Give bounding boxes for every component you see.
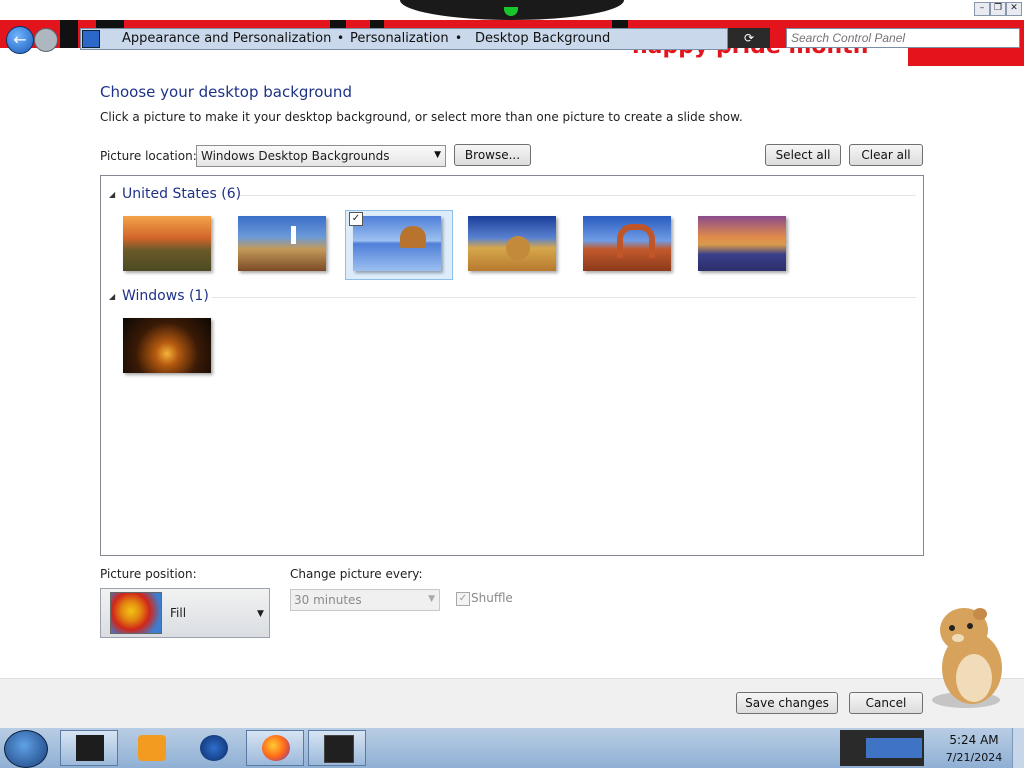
- change-interval-dropdown[interactable]: 30 minutes ▼: [290, 589, 440, 611]
- back-arrow-icon: ←: [13, 30, 27, 49]
- thumbnail-checkbox[interactable]: ✓: [349, 212, 363, 226]
- hamster-sticker-icon: [932, 608, 1002, 708]
- picture-location-label: Picture location:: [100, 149, 197, 163]
- thumbnail-lighthouse[interactable]: [238, 216, 326, 271]
- search-input[interactable]: [786, 28, 1020, 48]
- chevron-down-icon: ▼: [434, 150, 441, 160]
- picture-position-label: Picture position:: [100, 567, 197, 581]
- group-divider: [240, 195, 916, 196]
- group-title-united-states[interactable]: United States (6): [122, 186, 241, 202]
- page-instructions: Click a picture to make it your desktop …: [100, 110, 743, 124]
- thumbnail-windows-swirl[interactable]: [123, 318, 211, 373]
- thumbnail-rock-reflection[interactable]: [353, 216, 441, 271]
- change-interval-value: 30 minutes: [294, 593, 362, 607]
- firefox-icon: [262, 735, 290, 761]
- refresh-button[interactable]: ⟳: [728, 28, 770, 48]
- picture-position-value: Fill: [170, 606, 187, 620]
- page-title: Choose your desktop background: [100, 83, 352, 101]
- clock-time[interactable]: 5:24 AM: [940, 733, 1008, 747]
- maximize-button[interactable]: ❐: [990, 2, 1006, 16]
- collapse-triangle-icon[interactable]: ◢: [109, 292, 115, 301]
- breadcrumb-separator: •: [337, 31, 345, 45]
- tray-icons[interactable]: [866, 738, 922, 758]
- thumbnail-arch[interactable]: [583, 216, 671, 271]
- monitor-icon: [324, 735, 354, 763]
- fill-preview-icon: [110, 592, 162, 634]
- shuffle-label: Shuffle: [471, 591, 513, 605]
- group-title-windows[interactable]: Windows (1): [122, 288, 209, 304]
- globe-icon: [200, 735, 228, 761]
- select-all-button[interactable]: Select all: [765, 144, 841, 166]
- taskbar-browser-globe[interactable]: [184, 730, 242, 766]
- picture-location-dropdown[interactable]: Windows Desktop Backgrounds ▼: [196, 145, 446, 167]
- thumbnail-lake-sunset[interactable]: [698, 216, 786, 271]
- chevron-down-icon: ▼: [428, 594, 435, 604]
- taskbar-control-panel[interactable]: [308, 730, 366, 766]
- back-button[interactable]: ←: [6, 26, 34, 54]
- taskbar-firefox[interactable]: [246, 730, 304, 766]
- close-button[interactable]: ✕: [1006, 2, 1022, 16]
- save-changes-button[interactable]: Save changes: [736, 692, 838, 714]
- control-panel-icon: [82, 30, 100, 48]
- menu-strip: [0, 48, 612, 66]
- thumbnail-hay-bale[interactable]: [468, 216, 556, 271]
- taskbar-media-player[interactable]: [122, 730, 180, 766]
- clear-all-button[interactable]: Clear all: [849, 144, 923, 166]
- cancel-button[interactable]: Cancel: [849, 692, 923, 714]
- show-desktop-button[interactable]: [1012, 728, 1024, 768]
- breadcrumb-desktop-background[interactable]: Desktop Background: [475, 31, 610, 46]
- shuffle-checkbox[interactable]: ✓: [456, 592, 470, 606]
- picture-location-value: Windows Desktop Backgrounds: [201, 149, 390, 163]
- collapse-triangle-icon[interactable]: ◢: [109, 190, 115, 199]
- forward-button[interactable]: [34, 28, 58, 52]
- media-player-icon: [138, 735, 166, 761]
- chevron-down-icon: ▼: [257, 609, 264, 619]
- start-button[interactable]: [4, 730, 48, 768]
- thumbnail-sunset-field[interactable]: [123, 216, 211, 271]
- browse-button[interactable]: Browse...: [454, 144, 531, 166]
- taskbar-app-1[interactable]: [60, 730, 118, 766]
- breadcrumb-separator: •: [455, 31, 463, 45]
- banner: happy pride month: [612, 48, 908, 66]
- clock-date[interactable]: 7/21/2024: [940, 751, 1008, 764]
- change-picture-label: Change picture every:: [290, 567, 423, 581]
- breadcrumb-appearance[interactable]: Appearance and Personalization: [122, 31, 331, 46]
- breadcrumb-personalization[interactable]: Personalization: [350, 31, 449, 46]
- dark-app-icon: [76, 735, 104, 761]
- minimize-button[interactable]: –: [974, 2, 990, 16]
- group-divider: [212, 297, 916, 298]
